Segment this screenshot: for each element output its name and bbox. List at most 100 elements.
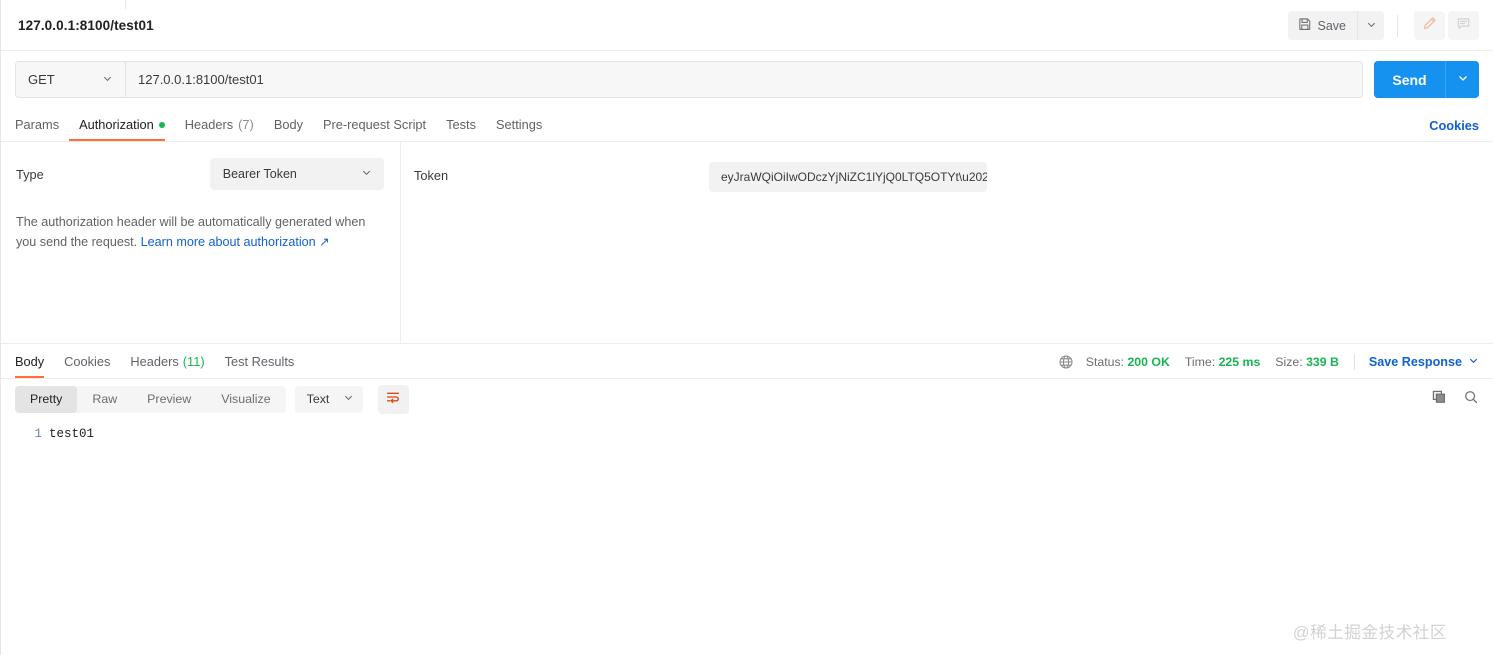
url-input[interactable]: 127.0.0.1:8100/test01 [126, 62, 1362, 97]
http-method-select[interactable]: GET [16, 62, 126, 97]
response-body-actions [1431, 379, 1479, 419]
header-divider [1397, 14, 1398, 37]
tab-headers-label: Headers [184, 117, 234, 132]
save-response-button[interactable]: Save Response [1369, 355, 1479, 369]
chevron-down-icon [361, 167, 372, 181]
view-preview-button[interactable]: Preview [132, 386, 206, 413]
comment-button[interactable] [1448, 11, 1479, 40]
token-input[interactable]: eyJraWQiOiIwODczYjNiZC1lYjQ0LTQ5OTYt\u20… [709, 162, 987, 192]
size-value: 339 B [1306, 355, 1339, 369]
time-value: 225 ms [1218, 355, 1261, 369]
cookies-link[interactable]: Cookies [1429, 118, 1479, 133]
chevron-down-icon [343, 392, 354, 406]
tab-authorization-label: Authorization [79, 117, 154, 132]
response-tab-test-results-label: Test Results [224, 353, 295, 369]
token-label: Token [414, 168, 449, 183]
comment-icon [1456, 16, 1471, 36]
chevron-down-icon [1366, 17, 1377, 35]
response-tab-body-label: Body [15, 353, 45, 369]
response-body-toolbar: Pretty Raw Preview Visualize Text [1, 379, 1493, 419]
chevron-down-icon [102, 72, 113, 87]
response-tab-headers-count: (11) [182, 353, 205, 369]
time-label: Time: 225 ms [1185, 355, 1260, 369]
line-content: test01 [49, 427, 95, 441]
save-button-label: Save [1317, 18, 1347, 33]
response-tab-headers-label: Headers [130, 353, 179, 369]
response-tab-cookies-label: Cookies [64, 353, 111, 369]
tab-body[interactable]: Body [264, 108, 313, 141]
chevron-down-icon [1468, 355, 1479, 369]
tab-pre-request-script[interactable]: Pre-request Script [313, 108, 436, 141]
code-line: 1 test01 [1, 425, 1493, 443]
view-pretty-button[interactable]: Pretty [15, 385, 78, 413]
response-tab-cookies[interactable]: Cookies [54, 344, 120, 378]
learn-more-authorization-link[interactable]: Learn more about authorization [141, 235, 316, 249]
tab-headers-count: (7) [238, 117, 254, 132]
auth-description: The authorization header will be automat… [16, 212, 386, 252]
edit-request-button[interactable] [1414, 11, 1445, 40]
search-button[interactable] [1463, 389, 1479, 410]
send-options-button[interactable] [1445, 61, 1479, 98]
floppy-disk-icon [1298, 17, 1312, 34]
header-actions: Save [1287, 0, 1479, 51]
page-title: 127.0.0.1:8100/test01 [18, 17, 154, 33]
auth-type-row: Type Bearer Token [16, 158, 384, 190]
external-link-arrow-icon: ↗ [315, 235, 330, 249]
size-label: Size: 339 B [1275, 355, 1339, 369]
response-format-value: Text [306, 392, 330, 406]
token-section: Token eyJraWQiOiIwODczYjNiZC1lYjQ0LTQ5OT… [401, 142, 1493, 343]
response-tab-headers[interactable]: Headers (11) [120, 344, 214, 378]
wrap-lines-button[interactable] [377, 384, 409, 414]
tab-divider [125, 0, 126, 9]
save-options-button[interactable] [1357, 11, 1384, 40]
status-value: 200 OK [1127, 355, 1170, 369]
view-visualize-button[interactable]: Visualize [206, 386, 285, 413]
tab-tests[interactable]: Tests [436, 108, 486, 141]
tab-settings[interactable]: Settings [486, 108, 552, 141]
response-tab-body[interactable]: Body [15, 344, 54, 378]
save-button-group: Save [1287, 11, 1384, 40]
status-divider [1353, 354, 1355, 370]
watermark: @稀土掘金技术社区 [1292, 624, 1447, 642]
copy-button[interactable] [1431, 389, 1447, 410]
tab-pre-request-script-label: Pre-request Script [322, 117, 427, 132]
tab-settings-label: Settings [495, 117, 543, 132]
send-button[interactable]: Send [1374, 61, 1445, 98]
authorization-type-section: Type Bearer Token The authorization head… [1, 142, 401, 343]
view-raw-button[interactable]: Raw [77, 386, 132, 413]
chevron-down-icon [1457, 71, 1469, 89]
search-icon [1463, 389, 1479, 410]
tab-params[interactable]: Params [15, 108, 69, 141]
time-text: Time: [1184, 355, 1216, 369]
pencil-icon [1422, 16, 1437, 36]
tab-headers[interactable]: Headers (7) [175, 108, 264, 141]
response-view-segment: Pretty Raw Preview Visualize [15, 385, 286, 413]
auth-type-label: Type [16, 166, 44, 182]
http-method-value: GET [28, 72, 55, 87]
save-button[interactable]: Save [1287, 11, 1357, 40]
tab-params-label: Params [15, 117, 60, 132]
status-text: Status: [1085, 355, 1125, 369]
wrap-lines-icon [385, 389, 401, 410]
response-body-content[interactable]: 1 test01 [1, 419, 1493, 629]
copy-icon [1431, 389, 1447, 410]
response-format-select[interactable]: Text [294, 385, 363, 413]
authorization-panel: Type Bearer Token The authorization head… [1, 142, 1493, 344]
request-header-bar: 127.0.0.1:8100/test01 Save [1, 0, 1493, 51]
status-label: Status: 200 OK [1086, 355, 1170, 369]
line-number: 1 [34, 427, 42, 441]
url-bar: GET 127.0.0.1:8100/test01 Send [1, 51, 1493, 108]
auth-type-select[interactable]: Bearer Token [209, 158, 384, 190]
request-tabs: Params Authorization Headers (7) Body Pr… [1, 108, 1493, 142]
authorization-active-dot-icon [158, 121, 165, 128]
tab-authorization[interactable]: Authorization [69, 108, 175, 141]
size-text: Size: [1275, 355, 1303, 369]
save-response-label: Save Response [1368, 355, 1462, 369]
tab-body-label: Body [273, 117, 303, 132]
response-tab-test-results[interactable]: Test Results [215, 344, 305, 378]
postman-request-window: 127.0.0.1:8100/test01 Save GET 127.0.0.1… [0, 0, 1493, 655]
response-status-bar: Status: 200 OK Time: 225 ms Size: 339 B … [1058, 354, 1479, 370]
globe-icon [1058, 354, 1074, 370]
tab-tests-label: Tests [446, 117, 476, 132]
auth-type-value: Bearer Token [222, 167, 297, 181]
